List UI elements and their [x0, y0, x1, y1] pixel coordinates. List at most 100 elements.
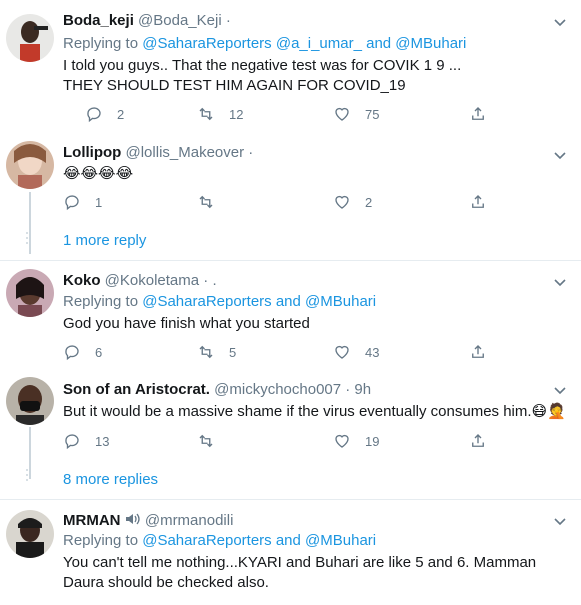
avatar[interactable]: [6, 269, 54, 317]
retweet-button[interactable]: 12: [197, 104, 243, 124]
share-icon: [472, 345, 484, 358]
like-button[interactable]: 2: [333, 192, 372, 212]
tweet-header: Lollipop @lollis_Makeover ·: [63, 143, 253, 163]
tweet-header: MRMAN @mrmanodili: [63, 511, 233, 531]
retweet-count: 12: [229, 106, 244, 122]
user-handle[interactable]: @lollis_Makeover: [126, 144, 245, 161]
tweet-meta: ·: [244, 144, 254, 161]
chevron-down-icon[interactable]: [553, 148, 567, 162]
like-count: 19: [365, 433, 380, 449]
show-more-replies-link[interactable]: 8 more replies: [63, 470, 158, 490]
reply-button[interactable]: 6: [63, 342, 102, 362]
tweet-text-line-1: You can't tell me nothing...KYARI and Bu…: [63, 554, 537, 571]
replying-prefix: Replying to: [63, 35, 143, 52]
reply-button[interactable]: 13: [63, 431, 109, 451]
reply-icon: [87, 107, 101, 123]
reply-icon: [65, 434, 79, 450]
display-name[interactable]: Koko: [63, 272, 101, 289]
avatar-image: [6, 377, 54, 425]
like-count: 43: [365, 344, 380, 360]
like-count: 75: [365, 106, 380, 122]
share-icon: [472, 195, 484, 208]
reply-count: 2: [117, 106, 125, 122]
share-button[interactable]: [469, 431, 487, 451]
retweet-button[interactable]: [197, 431, 229, 451]
heart-icon: [335, 107, 349, 121]
tweet-text-line-1: God you have finish what you started: [63, 315, 310, 332]
replying-to: Replying to @SaharaReporters and @MBuhar…: [63, 292, 376, 312]
avatar[interactable]: [6, 377, 54, 425]
replying-mentions[interactable]: @SaharaReporters and @MBuhari: [142, 532, 376, 549]
retweet-icon: [199, 107, 213, 121]
tweet-header: Boda_keji @Boda_Keji ·: [63, 11, 231, 31]
replying-to: Replying to @SaharaReporters @a_i_umar_ …: [63, 34, 466, 54]
reply-button[interactable]: 2: [85, 104, 124, 124]
tweet-actions: 1 2: [63, 192, 503, 212]
user-handle[interactable]: @Kokoletama: [105, 272, 199, 289]
reply-count: 13: [95, 433, 110, 449]
thread-line: [29, 192, 31, 254]
user-handle[interactable]: @mickychocho007: [214, 381, 341, 398]
like-button[interactable]: 19: [333, 431, 379, 451]
more-replies-dots: [25, 469, 29, 484]
like-button[interactable]: 43: [333, 342, 379, 362]
tweet-actions: 6 5 43: [63, 342, 503, 362]
tweet-son-of-an-aristocrat[interactable]: Son of an Aristocrat. @mickychocho007 · …: [0, 365, 581, 499]
user-handle[interactable]: @mrmanodili: [145, 512, 234, 529]
tweet-header: Koko @Kokoletama · .: [63, 271, 217, 291]
show-more-replies-link[interactable]: 1 more reply: [63, 231, 146, 251]
retweet-icon: [199, 345, 213, 359]
share-button[interactable]: [469, 342, 487, 362]
avatar[interactable]: [6, 510, 54, 558]
retweet-count: 5: [229, 344, 237, 360]
reply-button[interactable]: 1: [63, 192, 102, 212]
retweet-button[interactable]: 5: [197, 342, 236, 362]
replying-mentions[interactable]: @SaharaReporters and @MBuhari: [142, 293, 376, 310]
tweet-meta: · .: [199, 272, 217, 289]
retweet-button[interactable]: [197, 192, 229, 212]
tweet-text-line-2: THEY SHOULD TEST HIM AGAIN FOR COVID_19: [63, 77, 406, 94]
chevron-down-icon[interactable]: [553, 275, 567, 289]
tweet-emoji-suffix: 😷🤦: [531, 403, 566, 420]
display-name[interactable]: MRMAN: [63, 512, 121, 529]
tweet-lollipop[interactable]: Lollipop @lollis_Makeover · 😂😂😂😂 1 2 1 m…: [0, 134, 581, 260]
more-replies-dots: [25, 232, 29, 247]
thread-line: [29, 427, 31, 479]
like-button[interactable]: 75: [333, 104, 379, 124]
tweet-header: Son of an Aristocrat. @mickychocho007 · …: [63, 380, 371, 400]
speaker-icon: [125, 512, 141, 526]
avatar-image: [6, 510, 54, 558]
tweet-meta: · 9h: [341, 381, 372, 398]
replying-prefix: Replying to: [63, 532, 143, 549]
tweet-boda-keji[interactable]: Boda_keji @Boda_Keji · Replying to @Saha…: [0, 0, 581, 134]
chevron-down-icon[interactable]: [553, 383, 567, 397]
avatar-image: [6, 14, 54, 62]
reply-count: 1: [95, 194, 103, 210]
heart-icon: [335, 434, 349, 448]
reply-icon: [65, 195, 79, 211]
tweet-koko[interactable]: Koko @Kokoletama · . Replying to @Sahara…: [0, 261, 581, 365]
tweet-mrman[interactable]: MRMAN @mrmanodili Replying to @SaharaRep…: [0, 500, 581, 605]
avatar[interactable]: [6, 14, 54, 62]
replying-mentions[interactable]: @SaharaReporters @a_i_umar_ and @MBuhari: [142, 35, 466, 52]
avatar[interactable]: [6, 141, 54, 189]
replying-to: Replying to @SaharaReporters and @MBuhar…: [63, 531, 376, 551]
like-count: 2: [365, 194, 373, 210]
share-icon: [472, 434, 484, 447]
tweet-text-line-1: But it would be a massive shame if the v…: [63, 402, 566, 422]
chevron-down-icon[interactable]: [553, 15, 567, 29]
user-handle[interactable]: @Boda_Keji: [138, 12, 222, 29]
reply-count: 6: [95, 344, 103, 360]
share-icon: [472, 107, 484, 120]
avatar-image: [6, 141, 54, 189]
display-name[interactable]: Son of an Aristocrat.: [63, 381, 210, 398]
tweet-text-line-2: Daura should be checked also.: [63, 574, 269, 591]
share-button[interactable]: [469, 104, 487, 124]
tweet-actions: 13 19: [63, 431, 503, 451]
chevron-down-icon[interactable]: [553, 514, 567, 528]
replying-prefix: Replying to: [63, 293, 143, 310]
display-name[interactable]: Lollipop: [63, 144, 121, 161]
tweet-text: But it would be a massive shame if the v…: [63, 403, 532, 420]
display-name[interactable]: Boda_keji: [63, 12, 134, 29]
share-button[interactable]: [469, 192, 487, 212]
